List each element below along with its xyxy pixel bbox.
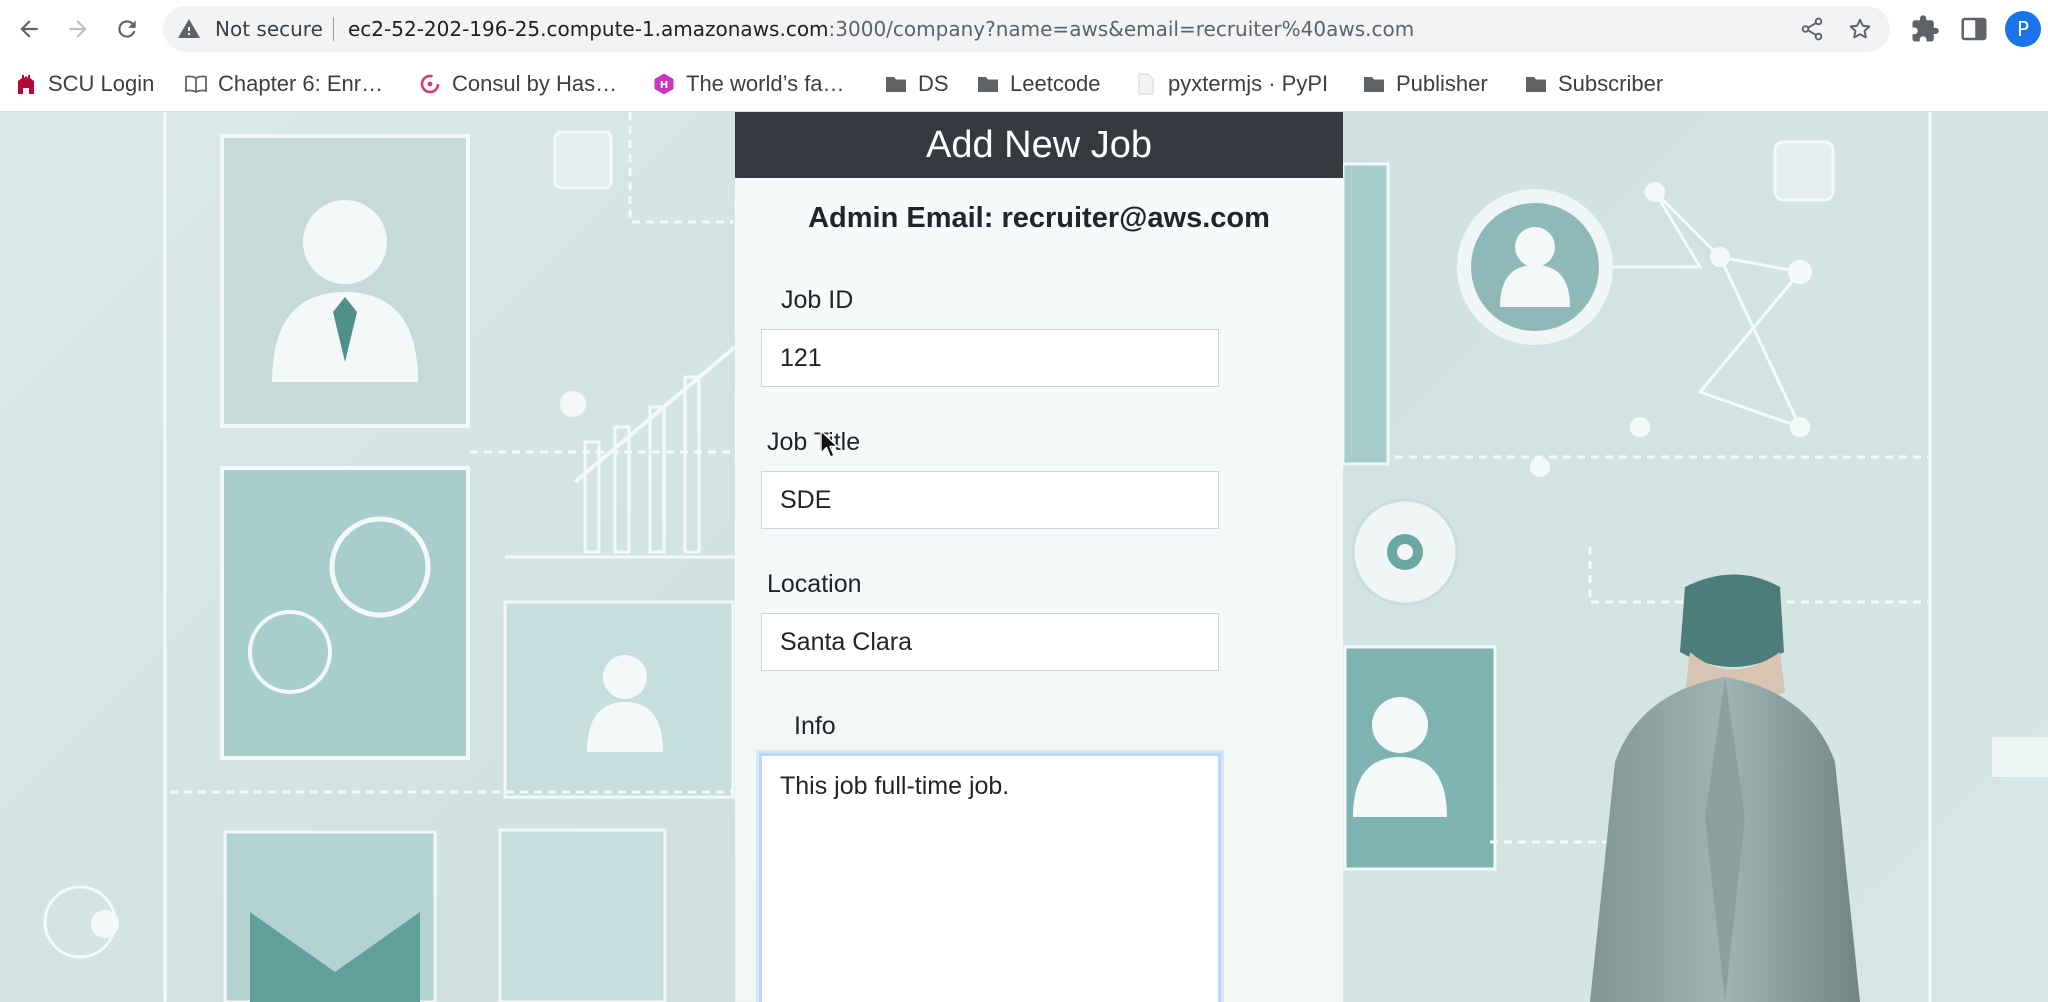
bookmark-folder-subscriber[interactable]: Subscriber [1524,69,1663,99]
bookmark-folder-publisher[interactable]: Publisher [1362,69,1488,99]
location-label: Location [767,570,862,598]
admin-email-heading: Admin Email: recruiter@aws.com [808,202,1270,234]
job-title-input[interactable] [761,471,1219,529]
modal-title: Add New Job [735,112,1343,178]
svg-text:H: H [660,80,668,91]
hex-logo-icon: H [654,73,674,95]
url-host: ec2-52-202-196-25.compute-1.amazonaws.co… [348,17,829,41]
page-icon [1138,73,1154,95]
forward-button[interactable] [61,12,95,46]
bookmarks-bar: SCU Login Chapter 6: Enr… Consul by Has…… [0,58,2048,112]
bookmark-label: Subscriber [1558,71,1664,96]
url-path: :3000/company?name=aws&email=recruiter%4… [828,17,1415,41]
mouse-cursor-icon [820,430,839,458]
scu-logo-icon [18,75,34,94]
folder-icon [978,77,998,92]
not-secure-label: Not secure [215,17,323,41]
bookmark-label: SCU Login [48,71,155,96]
page-content: Add New Job Admin Email: recruiter@aws.c… [0,112,2048,1002]
extensions-puzzle-icon[interactable] [1910,14,1940,44]
bookmark-label: Leetcode [1010,71,1101,96]
folder-icon [1364,77,1384,92]
folder-icon [1526,77,1546,92]
url-text[interactable]: ec2-52-202-196-25.compute-1.amazonaws.co… [348,17,1414,41]
job-title-label: Job Title [767,428,861,456]
side-panel-icon[interactable] [1959,14,1989,44]
job-id-input[interactable] [761,329,1219,387]
bookmark-label: DS [918,71,949,96]
book-icon [185,75,207,94]
bookmark-label: Consul by Has… [452,71,618,96]
folder-icon [886,77,906,92]
add-job-modal: Add New Job Admin Email: recruiter@aws.c… [735,112,1343,1002]
location-input[interactable] [761,613,1219,671]
job-id-label: Job ID [781,286,854,314]
profile-avatar[interactable]: P [2005,11,2041,47]
bookmark-consul[interactable]: Consul by Has… [418,69,617,99]
info-textarea[interactable]: This job full-time job. [759,753,1221,1002]
bookmark-folder-ds[interactable]: DS [884,69,949,99]
bookmark-star-icon[interactable] [1847,16,1873,42]
bookmark-scu-login[interactable]: SCU Login [14,69,154,99]
address-bar[interactable]: Not secure ec2-52-202-196-25.compute-1.a… [163,6,1890,52]
reload-icon [118,20,136,38]
back-arrow-icon [20,20,38,38]
bookmark-label: Publisher [1396,71,1488,96]
share-icon[interactable] [1799,16,1825,42]
info-label: Info [794,712,836,740]
bookmark-pyxtermjs[interactable]: pyxtermjs · PyPI [1134,69,1328,99]
consul-logo-icon [420,74,440,94]
bookmark-label: pyxtermjs · PyPI [1168,71,1329,96]
bookmark-worlds-fa[interactable]: H The world’s fa… [652,69,845,99]
bookmark-label: Chapter 6: Enr… [218,71,384,96]
warning-icon [178,19,200,38]
bookmark-folder-leetcode[interactable]: Leetcode [976,69,1101,99]
back-button[interactable] [12,12,46,46]
reload-button[interactable] [110,12,144,46]
bookmark-label: The world’s fa… [686,71,845,96]
address-separator [333,17,334,41]
forward-arrow-icon [69,20,87,38]
bookmark-chapter-6[interactable]: Chapter 6: Enr… [184,69,383,99]
browser-toolbar: Not secure ec2-52-202-196-25.compute-1.a… [0,0,2048,58]
